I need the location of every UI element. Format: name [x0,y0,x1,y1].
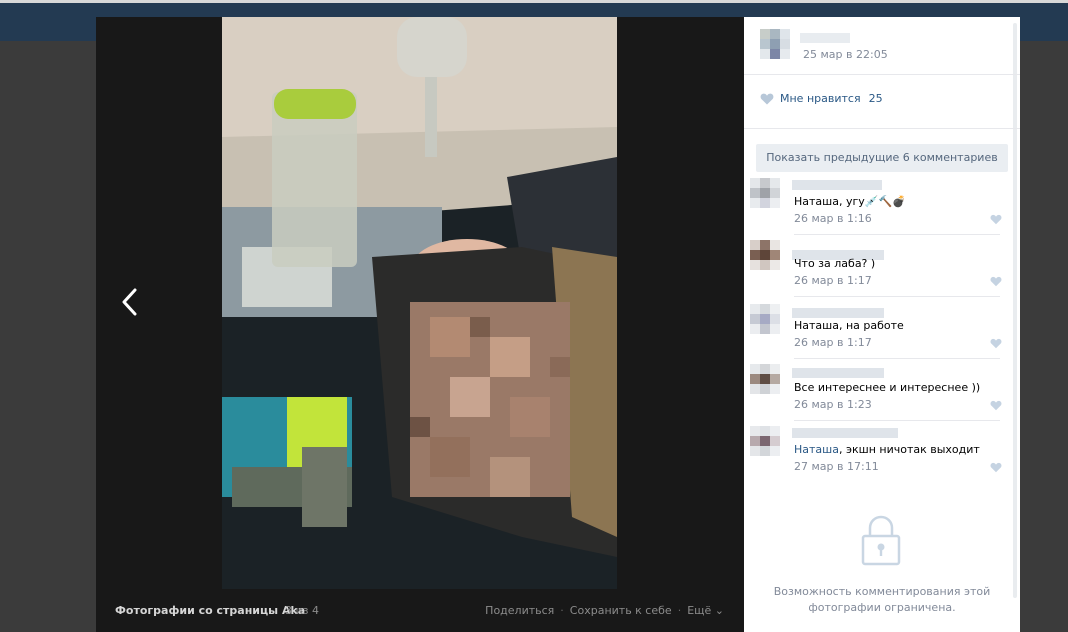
comment-avatar[interactable] [750,364,780,394]
comment-text: Что за лаба? ) [794,257,876,270]
comment-text: Все интереснее и интереснее )) [794,381,981,394]
divider [744,128,1020,129]
comment: Наташа, экшн ничотак выходит 27 мар в 17… [744,426,1014,488]
like-label: Мне нравится [780,92,861,105]
comments-restricted-notice: Возможность комментирования этой фотогра… [773,585,991,614]
photo-image [222,17,617,589]
heart-icon[interactable] [990,400,1002,411]
photo-actions: Поделиться · Сохранить к себе · Ещё ⌄ [485,604,724,617]
lock-icon [861,515,901,566]
owner-name[interactable] [800,33,850,43]
owner-avatar[interactable] [760,29,790,59]
comment-author[interactable] [792,428,898,438]
comment: Наташа, угу💉🔨💣 26 мар в 1:16 [744,178,1014,240]
chevron-left-icon [122,288,137,316]
comment-text: Наташа, экшн ничотак выходит [794,443,980,456]
comment-date[interactable]: 26 мар в 1:16 [794,212,872,225]
comment: Наташа, на работе 26 мар в 1:17 [744,302,1014,364]
heart-icon[interactable] [990,338,1002,349]
more-button[interactable]: Ещё ⌄ [687,604,724,617]
comment-date[interactable]: 26 мар в 1:17 [794,336,872,349]
share-button[interactable]: Поделиться [485,604,554,617]
divider [744,74,1020,75]
heart-icon[interactable] [990,276,1002,287]
comment: Все интереснее и интереснее )) 26 мар в … [744,364,1014,426]
show-previous-comments-button[interactable]: Показать предыдущие 6 комментариев [756,144,1008,172]
comment-text-body: , экшн ничотак выходит [838,443,980,456]
previous-photo-button[interactable] [116,282,146,322]
divider [794,420,1000,421]
heart-icon[interactable] [990,214,1002,225]
post-date: 25 мар в 22:05 [803,48,888,61]
comment-date[interactable]: 27 мар в 17:11 [794,460,879,473]
like-count: 25 [868,92,883,105]
comment-avatar[interactable] [750,240,780,270]
like-button[interactable]: Мне нравится 25 [760,92,883,105]
comment-date[interactable]: 26 мар в 1:17 [794,274,872,287]
photo-counter: 3 из 4 [285,604,319,617]
photo-viewer: Фотографии со страницы Aka 3 из 4 Подели… [96,17,744,632]
save-button[interactable]: Сохранить к себе [570,604,672,617]
photo-bottom-bar: Фотографии со страницы Aka 3 из 4 Подели… [96,601,744,623]
photo[interactable] [222,17,617,589]
heart-icon[interactable] [990,462,1002,473]
comment-date[interactable]: 26 мар в 1:23 [794,398,872,411]
comment-author[interactable] [792,180,882,190]
photo-sidebar: 25 мар в 22:05 Мне нравится 25 Показать … [744,17,1020,632]
heart-icon [760,93,774,104]
album-title-link[interactable]: Фотографии со страницы Aka [115,604,305,617]
separator: · [677,604,682,617]
comment-author[interactable] [792,368,884,378]
comment-avatar[interactable] [750,304,780,334]
divider [794,234,1000,235]
comment-mention-link[interactable]: Наташа [794,443,839,456]
comment-author[interactable] [792,308,884,318]
comment: Что за лаба? ) 26 мар в 1:17 [744,240,1014,302]
separator: · [560,604,564,617]
more-label: Ещё [687,604,712,617]
comment-avatar[interactable] [750,426,780,456]
comment-text: Наташа, на работе [794,319,904,332]
comment-text-body: Наташа, угу [794,195,865,208]
comment-avatar[interactable] [750,178,780,208]
comment-emoji: 💉🔨💣 [864,195,906,208]
divider [794,358,1000,359]
divider [794,296,1000,297]
chevron-down-icon: ⌄ [714,604,724,617]
comment-text: Наташа, угу💉🔨💣 [794,195,906,208]
